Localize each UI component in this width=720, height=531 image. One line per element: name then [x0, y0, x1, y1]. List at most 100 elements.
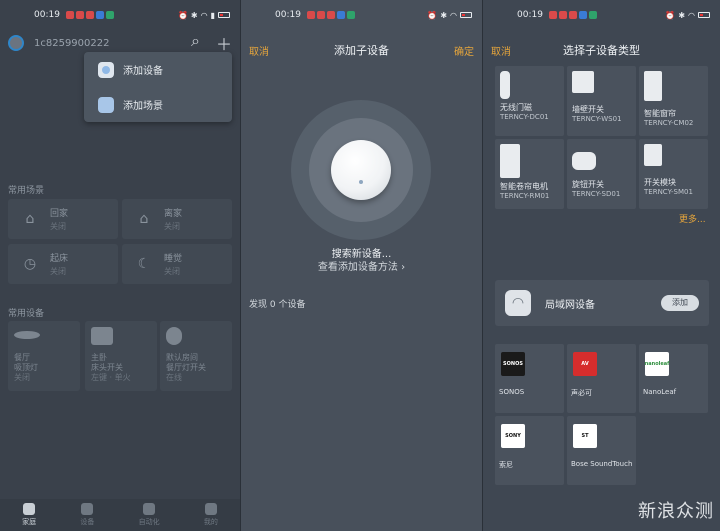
- brand-card[interactable]: SONOS SONOS: [495, 344, 564, 413]
- hub-icon: [166, 327, 182, 345]
- system-icons: ⏰ ✱ ◠: [665, 11, 710, 20]
- notification-icon: [75, 11, 84, 19]
- home-avatar-icon[interactable]: [8, 35, 24, 51]
- brand-card[interactable]: nanoleaf NanoLeaf: [639, 344, 708, 413]
- sonos-logo: SONOS: [501, 352, 525, 376]
- scene-name: 起床: [50, 254, 69, 264]
- scene-icon: [98, 96, 114, 113]
- battery-icon: [698, 12, 710, 18]
- gateway-hub-icon: [331, 140, 391, 200]
- type-model: TERNCY-DC01: [500, 113, 549, 121]
- scene-name: 离家: [164, 209, 183, 219]
- device-icon: [81, 503, 94, 515]
- scene-state: 关闭: [164, 222, 180, 231]
- scene-card[interactable]: ☾ 睡觉 关闭: [122, 244, 232, 284]
- alarm-clock-icon: ◷: [23, 256, 37, 272]
- scene-card[interactable]: ⌂ 回家 关闭: [8, 199, 118, 239]
- brand-card[interactable]: ST Bose SoundTouch: [567, 416, 636, 485]
- house-leave-icon: ⌂: [139, 211, 149, 227]
- scene-name: 回家: [50, 209, 69, 219]
- door-sensor-icon: [500, 71, 510, 99]
- status-bar: 00:19 ⏰ ✱ ◠: [483, 0, 720, 30]
- nav-label: 我的: [203, 518, 218, 526]
- user-icon: [204, 503, 217, 515]
- battery-icon: [460, 12, 472, 18]
- select-type-screen: 00:19 ⏰ ✱ ◠ 取消 选择子设备类型 无线门磁 TERNCY-DC01 …: [483, 0, 720, 531]
- notification-icon: [336, 11, 345, 19]
- notification-icon: [578, 11, 587, 19]
- brand-card[interactable]: SONY 索尼: [495, 416, 564, 485]
- alarm-icon: ⏰: [665, 10, 676, 20]
- howto-link[interactable]: 查看添加设备方法 ›: [241, 258, 482, 273]
- menu-item-add-device[interactable]: 添加设备: [84, 52, 232, 87]
- menu-item-label: 添加设备: [123, 66, 163, 77]
- menu-item-label: 添加场景: [123, 101, 163, 112]
- search-radar: [291, 100, 431, 240]
- devices-section-title: 常用设备: [8, 309, 45, 319]
- type-model: TERNCY-CM02: [644, 119, 694, 127]
- brand-card[interactable]: AV 声必可: [567, 344, 636, 413]
- brand-name: 声必可: [571, 389, 592, 397]
- device-card[interactable]: 餐厅 吸顶灯 关闭: [8, 321, 80, 391]
- notification-icon: [316, 11, 325, 19]
- type-card[interactable]: 旋钮开关 TERNCY-SD01: [567, 139, 636, 209]
- cancel-button[interactable]: 取消: [249, 43, 269, 58]
- page-title: 添加子设备: [334, 44, 389, 57]
- brand-name: Bose SoundTouch: [571, 460, 633, 468]
- more-link[interactable]: 更多...: [679, 212, 706, 225]
- wifi-icon: ◠: [505, 290, 531, 316]
- add-subdevice-screen: 00:19 ⏰ ✱ ◠ 取消 添加子设备 确定 搜索新设备... 查看添加设备方…: [241, 0, 482, 531]
- hub-led: [359, 180, 363, 184]
- alarm-icon: ⏰: [427, 10, 438, 20]
- notification-icon: [85, 11, 94, 19]
- bose-soundtouch-logo: ST: [573, 424, 597, 448]
- status-time: 00:19: [517, 10, 543, 20]
- add-button[interactable]: 添加: [661, 295, 699, 311]
- add-menu-popup: 添加设备 添加场景: [84, 52, 232, 122]
- device-card[interactable]: 默认房间 餐厅灯开关 在线: [160, 321, 232, 391]
- nav-me[interactable]: 我的: [204, 503, 218, 527]
- type-card[interactable]: 智能窗帘 TERNCY-CM02: [639, 66, 708, 136]
- type-model: TERNCY-SD01: [572, 190, 621, 198]
- scene-card[interactable]: ◷ 起床 关闭: [8, 244, 118, 284]
- device-icon: [98, 61, 114, 78]
- page-title: 选择子设备类型: [563, 44, 640, 57]
- device-state: 关闭: [14, 373, 30, 382]
- alarm-icon: ⏰: [177, 10, 188, 20]
- notification-icon: [65, 11, 74, 19]
- wall-switch-icon: [572, 71, 594, 93]
- type-model: TERNCY-SM01: [644, 188, 693, 196]
- type-card[interactable]: 墙壁开关 TERNCY-WS01: [567, 66, 636, 136]
- device-card[interactable]: 主卧 床头开关 左键 · 单火: [85, 321, 157, 391]
- scene-state: 关闭: [50, 222, 66, 231]
- scene-name: 睡觉: [164, 254, 183, 264]
- menu-item-add-scene[interactable]: 添加场景: [84, 87, 232, 122]
- cancel-button[interactable]: 取消: [491, 43, 511, 58]
- nav-devices[interactable]: 设备: [80, 503, 94, 527]
- type-name: 墙壁开关: [572, 105, 604, 114]
- automation-icon: [143, 503, 156, 515]
- brand-name: SONOS: [499, 388, 525, 396]
- nav-home[interactable]: 家庭: [22, 503, 36, 527]
- found-count: 发现 0 个设备: [249, 300, 306, 310]
- top-bar: 取消 选择子设备类型: [483, 40, 720, 60]
- device-room: 餐厅: [14, 353, 30, 362]
- bluetooth-icon: ✱: [440, 10, 448, 20]
- device-room: 默认房间: [166, 353, 198, 362]
- curtain-motor-icon: [644, 71, 662, 101]
- status-bar: 00:19 ⏰ ✱ ◠: [241, 0, 482, 30]
- ceiling-light-icon: [14, 331, 40, 339]
- nav-automation[interactable]: 自动化: [139, 503, 160, 527]
- type-card[interactable]: 无线门磁 TERNCY-DC01: [495, 66, 564, 136]
- notification-icon: [588, 11, 597, 19]
- type-card[interactable]: 开关模块 TERNCY-SM01: [639, 139, 708, 209]
- device-state: 左键 · 单火: [91, 373, 131, 382]
- status-time: 00:19: [275, 10, 301, 20]
- notification-icon: [306, 11, 315, 19]
- type-model: TERNCY-WS01: [572, 115, 622, 123]
- scene-card[interactable]: ⌂ 离家关闭: [122, 199, 232, 239]
- system-icons: ⏰ ✱ ◠ ▮: [178, 11, 230, 20]
- type-card[interactable]: 智能卷帘电机 TERNCY-RM01: [495, 139, 564, 209]
- confirm-button[interactable]: 确定: [454, 43, 474, 58]
- shengbike-logo: AV: [573, 352, 597, 376]
